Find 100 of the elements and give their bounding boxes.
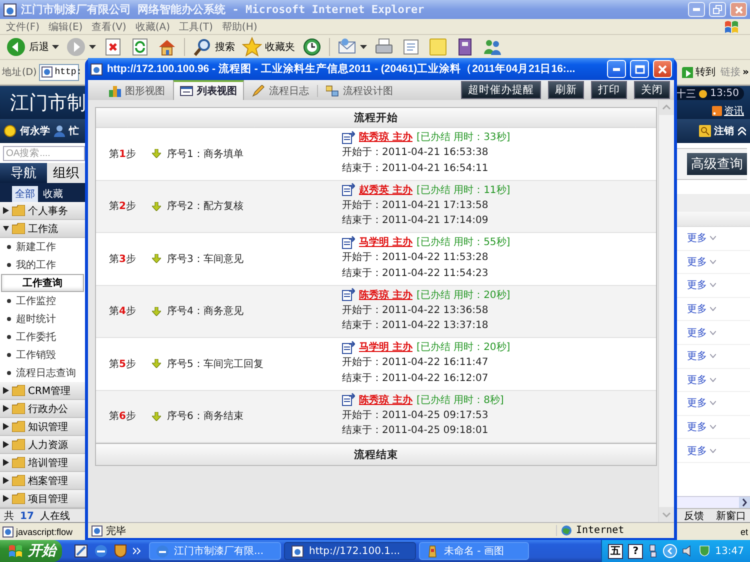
- menu-item[interactable]: 流程日志查询: [0, 364, 85, 382]
- chevron-icon: [133, 547, 141, 555]
- handler-link[interactable]: 陈秀琼 主办: [359, 392, 412, 406]
- step-name: 序号4：商务意见: [167, 304, 244, 318]
- more-link[interactable]: 更多: [687, 326, 707, 340]
- caret-icon: [3, 225, 9, 232]
- diagram-icon: [326, 85, 339, 97]
- forward-icon: [66, 37, 86, 57]
- back-button[interactable]: 后退: [4, 37, 61, 57]
- menu-item[interactable]: 文件(F): [3, 20, 46, 34]
- end-time: 结束于：2011-04-25 09:18:01: [342, 424, 490, 437]
- close-icon: [658, 64, 667, 74]
- view-tab[interactable]: 图形视图: [102, 82, 171, 100]
- caret-icon: [3, 405, 9, 412]
- more-link[interactable]: 更多: [687, 349, 707, 364]
- menu-item[interactable]: 工作查询: [1, 274, 84, 292]
- menu-item[interactable]: 查看(V): [88, 20, 132, 34]
- menu-group[interactable]: CRM管理: [0, 382, 85, 400]
- toolbar-button[interactable]: 关闭: [634, 81, 670, 99]
- menu-item[interactable]: 工作销毁: [0, 346, 85, 364]
- handler-link[interactable]: 马学明 主办: [359, 340, 412, 354]
- advanced-search-button[interactable]: 高级查询: [687, 153, 747, 175]
- view-tab[interactable]: 列表视图: [173, 80, 244, 100]
- start-time: 开始于：2011-04-21 17:13:58: [342, 198, 490, 212]
- nav-tab[interactable]: 组织: [47, 163, 85, 183]
- menu-item[interactable]: 超时统计: [0, 310, 85, 328]
- task-button[interactable]: http://172.100.1...: [284, 542, 416, 560]
- start-button[interactable]: 开始: [0, 540, 62, 562]
- start-time: 开始于：2011-04-25 09:17:53: [342, 408, 490, 422]
- maximize-button[interactable]: [630, 60, 649, 78]
- more-link[interactable]: 更多: [687, 231, 707, 246]
- search-field[interactable]: OA搜索....: [3, 146, 85, 161]
- filter-tab[interactable]: 收藏: [40, 186, 66, 202]
- favorites-button[interactable]: 收藏夹: [240, 37, 297, 57]
- down-arrow-icon: [152, 306, 161, 316]
- menu-item[interactable]: 工具(T): [176, 20, 219, 34]
- toolbar-button[interactable]: 刷新: [548, 81, 584, 99]
- more-link[interactable]: 更多: [687, 396, 707, 410]
- desktop-icon: [74, 544, 88, 558]
- filter-tab[interactable]: 全部: [12, 186, 38, 202]
- menu-group[interactable]: 培训管理: [0, 454, 85, 472]
- note-icon: [428, 37, 448, 57]
- more-link[interactable]: 更多: [687, 254, 707, 269]
- menu-item[interactable]: 新建工作: [0, 238, 85, 256]
- menu-group[interactable]: 人力资源: [0, 436, 85, 454]
- more-link[interactable]: 更多: [687, 302, 707, 316]
- menu-item[interactable]: 工作委托: [0, 328, 85, 346]
- view-tab[interactable]: 流程设计图: [320, 82, 399, 100]
- clock-icon: [699, 90, 708, 98]
- rss-icon: [712, 106, 722, 116]
- menu-item[interactable]: 工作监控: [0, 292, 85, 310]
- handler-link[interactable]: 赵秀英 主办: [359, 182, 412, 196]
- more-link[interactable]: 更多: [687, 278, 707, 292]
- more-link[interactable]: 更多: [687, 372, 707, 387]
- menu-item[interactable]: 我的工作: [0, 256, 85, 274]
- document-icon: [342, 393, 355, 406]
- go-button[interactable]: 转到: [682, 65, 716, 79]
- task-button[interactable]: 江门市制漆厂有限...: [149, 542, 281, 560]
- logout-button[interactable]: 注销: [699, 124, 734, 138]
- new-window-link[interactable]: 新窗口: [716, 508, 746, 522]
- menu-item[interactable]: 编辑(E): [46, 20, 89, 34]
- more-link[interactable]: 更多: [687, 420, 707, 434]
- restore-button[interactable]: [709, 2, 726, 17]
- handler-link[interactable]: 陈秀琼 主办: [359, 130, 412, 144]
- address-field[interactable]: http:: [38, 64, 79, 80]
- menu-group[interactable]: 个人事务: [0, 202, 85, 220]
- menu-group[interactable]: 项目管理: [0, 490, 85, 508]
- step-label: 第1步: [108, 148, 137, 161]
- forward-button[interactable]: [64, 37, 98, 57]
- handler-link[interactable]: 陈秀琼 主办: [359, 288, 412, 302]
- step-label: 第6步: [108, 410, 137, 424]
- step-label: 第4步: [108, 304, 137, 318]
- more-link[interactable]: 更多: [687, 444, 707, 458]
- menu-item[interactable]: 收藏(A): [132, 20, 176, 34]
- status-text: [已办结 用时：11秒]: [416, 184, 510, 196]
- news-link[interactable]: 资讯: [712, 104, 744, 118]
- nav-tab[interactable]: 导航: [0, 163, 48, 183]
- toolbar-button[interactable]: 超时催办提醒: [461, 81, 541, 99]
- folder-icon: [12, 439, 25, 450]
- menu-group[interactable]: 知识管理: [0, 418, 85, 436]
- caret-icon: [3, 387, 9, 394]
- chevron-button[interactable]: »: [742, 66, 749, 78]
- menu-group[interactable]: 行政办公: [0, 400, 85, 418]
- shield-icon: [114, 544, 127, 558]
- tray-button[interactable]: 五: [608, 544, 624, 558]
- task-button[interactable]: 未命名 - 画图: [419, 542, 529, 560]
- close-button[interactable]: [730, 2, 747, 17]
- menu-item[interactable]: 帮助(H): [218, 20, 264, 34]
- handler-link[interactable]: 马学明 主办: [359, 235, 412, 249]
- view-tab[interactable]: 流程日志: [246, 82, 315, 100]
- menu-group[interactable]: 档案管理: [0, 472, 85, 490]
- toolbar-button[interactable]: 打印: [591, 81, 627, 99]
- menu-group[interactable]: 工作流: [0, 220, 85, 238]
- caret-icon: [3, 207, 9, 214]
- feedback-link[interactable]: 反馈: [684, 508, 704, 522]
- restore-icon: [713, 5, 722, 14]
- tray-button[interactable]: ?: [628, 544, 644, 558]
- folder-icon: [12, 457, 25, 468]
- page-icon: [40, 66, 53, 78]
- search-button[interactable]: 搜索: [190, 37, 237, 57]
